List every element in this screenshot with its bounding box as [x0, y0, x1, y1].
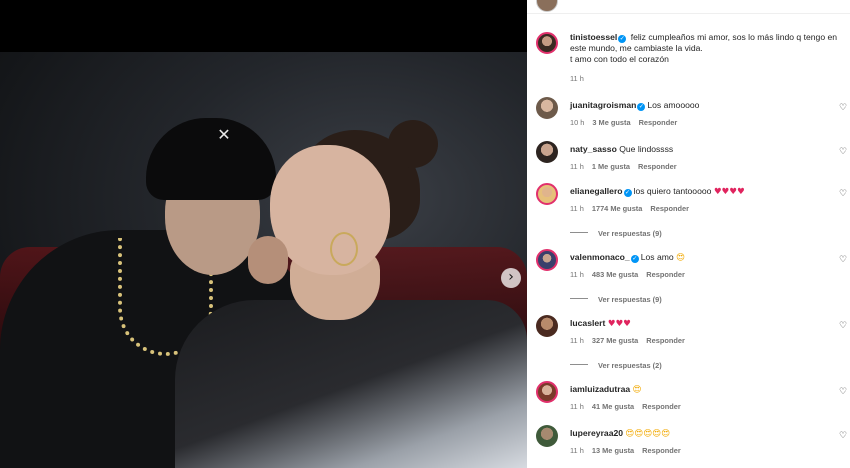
- comment-meta: 11 h 13 Me gusta Responder: [570, 446, 689, 455]
- like-heart-icon[interactable]: ♡: [839, 431, 847, 441]
- hat-logo-icon: ✕: [217, 125, 231, 144]
- comment-time: 11 h: [570, 446, 584, 455]
- caption-timestamp: 11 h: [570, 74, 584, 83]
- comment-emoji: ♥♥♥♥: [713, 187, 745, 197]
- comment-emoji: 😍: [632, 385, 642, 395]
- comment-likes-link[interactable]: 1774 Me gusta: [592, 204, 643, 213]
- comment-meta: 11 h 1 Me gusta Responder: [570, 162, 685, 171]
- view-replies-label: Ver respuestas (9): [598, 229, 662, 238]
- reply-button[interactable]: Responder: [642, 402, 681, 411]
- comment-line: lucaslert ♥♥♥: [570, 318, 631, 330]
- caption-time: 11 h: [570, 74, 592, 83]
- reply-button[interactable]: Responder: [646, 270, 685, 279]
- like-heart-icon[interactable]: ♡: [839, 255, 847, 265]
- comment-meta: 11 h 41 Me gusta Responder: [570, 402, 689, 411]
- comment-avatar[interactable]: [536, 425, 558, 447]
- like-heart-icon[interactable]: ♡: [839, 147, 847, 157]
- comment-time: 10 h: [570, 118, 585, 127]
- comment-avatar[interactable]: [536, 97, 558, 119]
- verified-icon: ✓: [637, 103, 646, 111]
- view-replies-button[interactable]: Ver respuestas (2): [570, 361, 662, 370]
- comment-username[interactable]: lucaslert: [570, 318, 605, 328]
- reply-button[interactable]: Responder: [639, 118, 678, 127]
- post-media: ✕ ›: [0, 0, 527, 468]
- reply-button[interactable]: Responder: [638, 162, 677, 171]
- comment-line: lupereyraa20 😍😍😍😍😍: [570, 428, 670, 440]
- comment-emoji: 😍😍😍😍😍: [625, 429, 671, 439]
- verified-icon: ✓: [623, 189, 632, 197]
- comment-avatar[interactable]: [536, 249, 558, 271]
- comment-emoji: ♥♥♥: [607, 319, 631, 329]
- comment-likes-link[interactable]: 13 Me gusta: [592, 446, 634, 455]
- woman-jacket: [175, 300, 527, 468]
- comment-time: 11 h: [570, 204, 584, 213]
- comment-time: 11 h: [570, 162, 584, 171]
- verified-icon: ✓: [630, 255, 639, 263]
- comment-line: iamluizadutraa 😍: [570, 384, 642, 396]
- comment-username[interactable]: valenmonaco_: [570, 252, 630, 262]
- next-photo-button[interactable]: ›: [501, 268, 521, 288]
- reply-button[interactable]: Responder: [646, 336, 685, 345]
- view-replies-button[interactable]: Ver respuestas (9): [570, 295, 662, 304]
- like-heart-icon[interactable]: ♡: [839, 387, 847, 397]
- comment-time: 11 h: [570, 336, 584, 345]
- woman-hand: [248, 236, 288, 284]
- replies-dash: [570, 298, 588, 299]
- comment-text: Que lindossss: [619, 144, 674, 154]
- verified-icon: ✓: [618, 35, 627, 43]
- comment-line: juanitagroisman ✓ Los amooooo: [570, 100, 699, 111]
- comment-time: 11 h: [570, 402, 584, 411]
- view-replies-label: Ver respuestas (2): [598, 361, 662, 370]
- comment-username[interactable]: elianegallero: [570, 186, 623, 196]
- like-heart-icon[interactable]: ♡: [839, 189, 847, 199]
- comments-panel: tinistoessel ✓ feliz cumpleaños mi amor, …: [527, 0, 850, 468]
- comment-username[interactable]: iamluizadutraa: [570, 384, 630, 394]
- comment-text: Los amo: [640, 252, 674, 262]
- hair-bun: [388, 120, 438, 168]
- view-replies-button[interactable]: Ver respuestas (9): [570, 229, 662, 238]
- like-heart-icon[interactable]: ♡: [839, 321, 847, 331]
- comment-line: valenmonaco_ ✓ Los amo 😍: [570, 252, 685, 264]
- comment-meta: 11 h 483 Me gusta Responder: [570, 270, 693, 279]
- comment-meta: 11 h 327 Me gusta Responder: [570, 336, 693, 345]
- comment-line: naty_sasso Que lindossss: [570, 144, 673, 155]
- comment-likes-link[interactable]: 41 Me gusta: [592, 402, 634, 411]
- author-avatar[interactable]: [536, 0, 558, 12]
- comment-time: 11 h: [570, 270, 584, 279]
- comment-likes-link[interactable]: 327 Me gusta: [592, 336, 638, 345]
- reply-button[interactable]: Responder: [650, 204, 689, 213]
- comment-avatar[interactable]: [536, 381, 558, 403]
- comment-username[interactable]: juanitagroisman: [570, 100, 636, 110]
- caption-body-2: t amo con todo el corazón: [570, 54, 669, 64]
- caption-avatar[interactable]: [536, 32, 558, 54]
- comment-avatar[interactable]: [536, 183, 558, 205]
- woman-face: [270, 145, 390, 275]
- replies-dash: [570, 232, 588, 233]
- comment-meta: 10 h 3 Me gusta Responder: [570, 118, 685, 127]
- caption-username[interactable]: tinistoessel: [570, 32, 617, 42]
- comment-text: los quiero tantooooo: [633, 186, 712, 196]
- comment-emoji: 😍: [676, 253, 686, 263]
- comment-text: Los amooooo: [647, 100, 700, 110]
- comment-likes-link[interactable]: 483 Me gusta: [592, 270, 638, 279]
- comment-likes-link[interactable]: 1 Me gusta: [592, 162, 630, 171]
- comment-meta: 11 h 1774 Me gusta Responder: [570, 204, 697, 213]
- comment-avatar[interactable]: [536, 141, 558, 163]
- post-header-strip: [527, 0, 850, 14]
- hoop-earring: [330, 232, 358, 266]
- comment-username[interactable]: lupereyraa20: [570, 428, 623, 438]
- like-heart-icon[interactable]: ♡: [839, 103, 847, 113]
- view-replies-label: Ver respuestas (9): [598, 295, 662, 304]
- comment-line: elianegallero ✓ los quiero tantooooo ♥♥♥♥: [570, 186, 745, 198]
- replies-dash: [570, 364, 588, 365]
- comment-likes-link[interactable]: 3 Me gusta: [592, 118, 630, 127]
- reply-button[interactable]: Responder: [642, 446, 681, 455]
- comment-username[interactable]: naty_sasso: [570, 144, 617, 154]
- caption-text: tinistoessel ✓ feliz cumpleaños mi amor, …: [570, 32, 840, 65]
- comment-avatar[interactable]: [536, 315, 558, 337]
